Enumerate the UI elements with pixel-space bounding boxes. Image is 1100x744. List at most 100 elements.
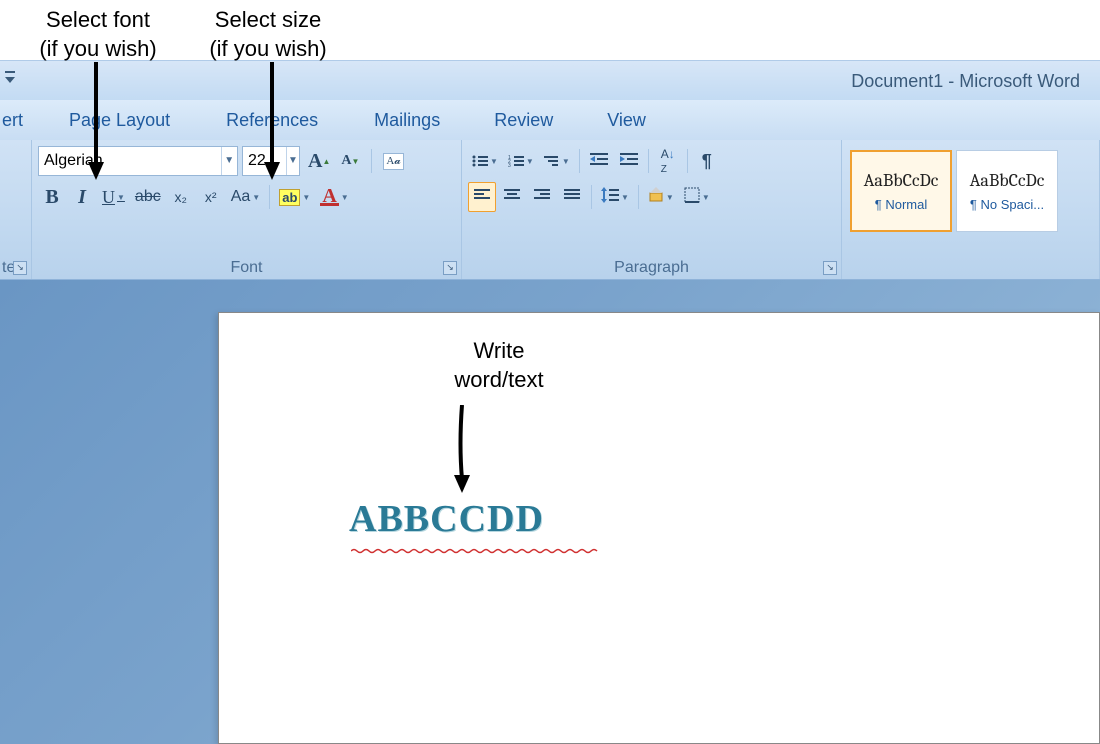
group-label-font: Font — [32, 259, 461, 277]
shrink-font-button[interactable]: A▼ — [336, 146, 364, 176]
svg-text:3: 3 — [508, 163, 511, 168]
clipboard-dialog-launcher[interactable]: ↘ — [13, 261, 27, 275]
multilevel-list-button[interactable]: ▼ — [540, 146, 574, 176]
group-clipboard-partial: ter ↘ — [0, 140, 32, 279]
tab-insert-partial[interactable]: ert — [0, 110, 43, 131]
bullets-icon — [472, 154, 488, 168]
underline-dropdown-icon[interactable]: ▼ — [117, 193, 125, 202]
style-sample: AaBbCcDc — [970, 170, 1045, 191]
underline-icon: U — [102, 187, 115, 208]
document-page[interactable]: Write word/text ABBCCDD — [218, 312, 1100, 744]
change-case-icon: Aa — [231, 188, 251, 206]
change-case-dropdown-icon[interactable]: ▼ — [252, 193, 260, 202]
style-no-spacing[interactable]: AaBbCcDc ¶ No Spaci... — [956, 150, 1058, 232]
clear-formatting-icon: A𝓪 — [383, 153, 403, 170]
numbering-icon: 123 — [508, 154, 524, 168]
annotation-line: Write — [474, 338, 525, 363]
group-label-paragraph: Paragraph — [462, 259, 841, 277]
shading-icon — [648, 187, 664, 208]
font-color-button[interactable]: A▼ — [316, 182, 352, 212]
group-styles: AaBbCcDc ¶ Normal AaBbCcDc ¶ No Spaci... — [842, 140, 1100, 279]
style-name-nospacing: ¶ No Spaci... — [970, 197, 1044, 212]
multilevel-icon — [544, 154, 560, 168]
underline-button[interactable]: U▼ — [98, 182, 129, 212]
justify-button[interactable] — [558, 182, 586, 212]
bullets-button[interactable]: ▼ — [468, 146, 502, 176]
line-spacing-dropdown-icon[interactable]: ▼ — [621, 193, 629, 202]
annotation-line: (if you wish) — [209, 36, 326, 61]
qat-customize-icon[interactable] — [4, 69, 16, 87]
annotation-line: word/text — [454, 367, 543, 392]
style-sample: AaBbCcDc — [864, 170, 939, 191]
grow-font-button[interactable]: A▲ — [304, 146, 334, 176]
multilevel-dropdown-icon[interactable]: ▼ — [562, 157, 570, 166]
arrow-write — [447, 405, 477, 495]
line-spacing-button[interactable]: ▼ — [597, 182, 633, 212]
show-marks-button[interactable]: ¶ — [693, 146, 721, 176]
shading-dropdown-icon[interactable]: ▼ — [666, 193, 674, 202]
numbering-button[interactable]: 123 ▼ — [504, 146, 538, 176]
annotation-select-font: Select font (if you wish) — [28, 6, 168, 63]
divider — [579, 149, 580, 173]
font-dialog-launcher[interactable]: ↘ — [443, 261, 457, 275]
document-text[interactable]: ABBCCDD — [349, 497, 544, 541]
change-case-button[interactable]: Aa▼ — [227, 182, 265, 212]
annotation-line: Select size — [215, 7, 321, 32]
decrease-indent-button[interactable] — [585, 146, 613, 176]
annotation-line: Select font — [46, 7, 150, 32]
font-name-combo[interactable]: ▼ — [38, 146, 238, 176]
font-color-dropdown-icon[interactable]: ▼ — [341, 193, 349, 202]
tab-review[interactable]: Review — [486, 110, 561, 131]
clear-formatting-button[interactable]: A𝓪 — [379, 146, 407, 176]
font-name-dropdown-icon[interactable]: ▼ — [221, 147, 238, 175]
divider — [648, 149, 649, 173]
style-name-normal: ¶ Normal — [875, 197, 928, 212]
grow-font-icon: A — [308, 150, 322, 173]
annotation-write-text: Write word/text — [409, 337, 589, 394]
superscript-button[interactable]: x² — [197, 182, 225, 212]
divider — [371, 149, 372, 173]
borders-dropdown-icon[interactable]: ▼ — [702, 193, 710, 202]
shrink-font-icon: A — [341, 153, 351, 169]
increase-indent-button[interactable] — [615, 146, 643, 176]
subscript-button[interactable]: x₂ — [167, 182, 195, 212]
tab-view[interactable]: View — [599, 110, 654, 131]
arrow-size — [262, 62, 282, 182]
borders-button[interactable]: ▼ — [680, 182, 714, 212]
align-right-button[interactable] — [528, 182, 556, 212]
decrease-indent-icon — [590, 152, 608, 171]
style-normal[interactable]: AaBbCcDc ¶ Normal — [850, 150, 952, 232]
workspace: Write word/text ABBCCDD — [0, 280, 1100, 744]
strikethrough-button[interactable]: abc — [131, 182, 165, 212]
group-paragraph: ▼ 123 ▼ ▼ A↓Z ¶ — [462, 140, 842, 279]
bullets-dropdown-icon[interactable]: ▼ — [490, 157, 498, 166]
spellcheck-underline — [351, 541, 601, 547]
increase-indent-icon — [620, 152, 638, 171]
highlight-dropdown-icon[interactable]: ▼ — [302, 193, 310, 202]
highlight-button[interactable]: ab▼ — [275, 182, 314, 212]
align-right-icon — [534, 188, 550, 207]
numbering-dropdown-icon[interactable]: ▼ — [526, 157, 534, 166]
ribbon: ter ↘ ▼ ▼ A▲ A▼ A𝓪 B I U▼ — [0, 140, 1100, 280]
align-left-button[interactable] — [468, 182, 496, 212]
sort-button[interactable]: A↓Z — [654, 146, 682, 176]
annotation-line: (if you wish) — [39, 36, 156, 61]
justify-icon — [564, 188, 580, 207]
font-size-dropdown-icon[interactable]: ▼ — [286, 147, 299, 175]
line-spacing-icon — [601, 187, 619, 208]
divider — [687, 149, 688, 173]
shading-button[interactable]: ▼ — [644, 182, 678, 212]
align-left-icon — [474, 188, 490, 207]
tab-mailings[interactable]: Mailings — [366, 110, 448, 131]
bold-button[interactable]: B — [38, 182, 66, 212]
font-name-input[interactable] — [39, 152, 221, 170]
sort-icon: A↓Z — [661, 147, 675, 175]
paragraph-dialog-launcher[interactable]: ↘ — [823, 261, 837, 275]
ribbon-tabs: ert Page Layout References Mailings Revi… — [0, 100, 1100, 140]
arrow-font — [86, 62, 106, 182]
highlight-icon: ab — [279, 189, 300, 206]
tab-page-layout[interactable]: Page Layout — [61, 110, 178, 131]
italic-button[interactable]: I — [68, 182, 96, 212]
titlebar: Document1 - Microsoft Word — [0, 60, 1100, 100]
align-center-button[interactable] — [498, 182, 526, 212]
